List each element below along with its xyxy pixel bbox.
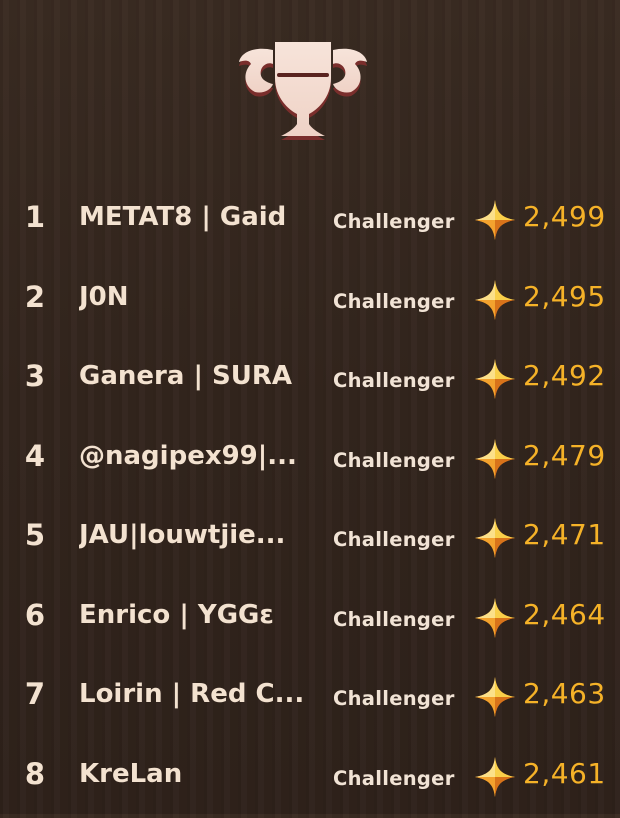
- leaderboard-row[interactable]: 8 KreLan Challenger 2,461: [0, 739, 620, 818]
- rank-tier: Challenger: [333, 290, 455, 313]
- player-name: Enrico | YGGε: [79, 600, 315, 630]
- score-value: 2,492: [523, 359, 606, 392]
- score-value: 2,471: [523, 518, 606, 551]
- player-name: @nagipex99|...: [79, 441, 315, 471]
- leaderboard-row[interactable]: 2 J0N Challenger 2,495: [0, 262, 620, 342]
- rank-number: 7: [0, 677, 70, 711]
- four-point-star-icon: [475, 280, 515, 320]
- rank-tier: Challenger: [333, 449, 455, 472]
- four-point-star-icon: [475, 200, 515, 240]
- rank-tier: Challenger: [333, 608, 455, 631]
- four-point-star-icon: [475, 757, 515, 797]
- score-value: 2,499: [523, 200, 606, 233]
- four-point-star-icon: [475, 359, 515, 399]
- leaderboard-row[interactable]: 3 Ganera | SURA Challenger 2,492: [0, 341, 620, 421]
- four-point-star-icon: [475, 518, 515, 558]
- score-value: 2,463: [523, 677, 606, 710]
- score-value: 2,464: [523, 598, 606, 631]
- leaderboard-row[interactable]: 5 JAU|louwtjie... Challenger 2,471: [0, 500, 620, 580]
- four-point-star-icon: [475, 598, 515, 638]
- rank-number: 3: [0, 359, 70, 393]
- score-value: 2,479: [523, 439, 606, 472]
- rank-tier: Challenger: [333, 528, 455, 551]
- rank-number: 5: [0, 518, 70, 552]
- leaderboard-row[interactable]: 6 Enrico | YGGε Challenger 2,464: [0, 580, 620, 660]
- rank-tier: Challenger: [333, 369, 455, 392]
- rank-number: 6: [0, 598, 70, 632]
- rank-tier: Challenger: [333, 687, 455, 710]
- leaderboard-row[interactable]: 4 @nagipex99|... Challenger 2,479: [0, 421, 620, 501]
- player-name: Loirin | Red C...: [79, 679, 315, 709]
- four-point-star-icon: [475, 677, 515, 717]
- rank-number: 2: [0, 280, 70, 314]
- player-name: J0N: [79, 282, 315, 312]
- player-name: JAU|louwtjie...: [79, 520, 315, 550]
- player-name: METAT8 | Gaid: [79, 202, 315, 232]
- rank-tier: Challenger: [333, 210, 455, 233]
- rank-number: 8: [0, 757, 70, 791]
- player-name: KreLan: [79, 759, 315, 789]
- score-value: 2,495: [523, 280, 606, 313]
- four-point-star-icon: [475, 439, 515, 479]
- leaderboard-row[interactable]: 1 METAT8 | Gaid Challenger 2,499: [0, 182, 620, 262]
- leaderboard-list: 1 METAT8 | Gaid Challenger 2,499 2 J0N C…: [0, 182, 620, 818]
- leaderboard-row[interactable]: 7 Loirin | Red C... Challenger 2,463: [0, 659, 620, 739]
- rank-number: 1: [0, 200, 70, 234]
- player-name: Ganera | SURA: [79, 361, 315, 391]
- rank-number: 4: [0, 439, 70, 473]
- score-value: 2,461: [523, 757, 606, 790]
- rank-tier: Challenger: [333, 767, 455, 790]
- trophy-icon: [225, 36, 381, 148]
